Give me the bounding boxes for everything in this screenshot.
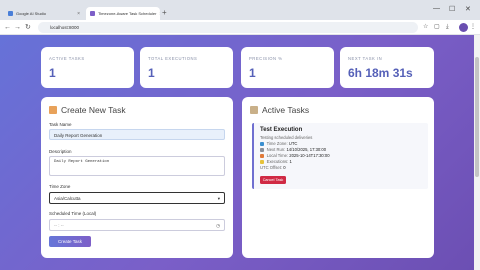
forward-icon[interactable]: → (14, 23, 21, 32)
active-tasks-panel: Active Tasks Test Execution Testing sche… (242, 97, 434, 258)
close-tab-icon[interactable]: × (77, 11, 80, 17)
stat-value: 1 (49, 66, 56, 80)
stat-value: 1 (148, 66, 155, 80)
minimize-icon[interactable]: — (433, 5, 440, 12)
scheduled-time-label: Scheduled Time (Local) (49, 211, 97, 216)
tab-title: Timezone-Aware Task Scheduler (98, 11, 157, 16)
row-value: 14/10/2025, 17:30:00 (286, 147, 327, 152)
task-name-input[interactable]: Daily Report Generation (49, 129, 225, 140)
browser-tab-ai-studio[interactable]: Google AI Studio × (4, 7, 84, 20)
row-label: UTC Offset: (260, 165, 283, 170)
maximize-icon[interactable]: ☐ (449, 5, 455, 13)
reload-icon[interactable]: ↻ (25, 23, 31, 32)
row-label: Time Zone: (266, 141, 288, 146)
row-value: UTC (288, 141, 298, 146)
stat-card-precision: PRECISION % 1 (241, 47, 334, 88)
downloads-icon[interactable]: ⤓ (446, 23, 449, 32)
stat-label: ACTIVE TASKS (49, 56, 85, 61)
timezone-label: Time Zone (49, 184, 71, 189)
description-textarea[interactable]: Daily Report Generation (49, 156, 225, 176)
description-label: Description (49, 149, 72, 154)
address-text: localhost:8000 (50, 25, 80, 30)
task-name-label: Task Name (49, 122, 72, 127)
google-ai-studio-favicon-icon (8, 11, 13, 16)
row-value: 0 (283, 165, 286, 170)
row-label: Executions: (266, 159, 289, 164)
stat-label: TOTAL EXECUTIONS (148, 56, 198, 61)
clock-icon (260, 154, 264, 158)
row-value: 2025-10-14T17:30:00 (289, 153, 330, 158)
create-task-button[interactable]: Create Task (49, 236, 91, 247)
profile-avatar[interactable] (459, 23, 468, 32)
new-tab-icon[interactable]: + (162, 8, 167, 18)
scheduled-time-input[interactable]: -- : -- ◷ (49, 219, 225, 231)
bookmark-star-icon[interactable]: ☆ (423, 23, 428, 32)
browser-tab-scheduler[interactable]: Timezone-Aware Task Scheduler × (86, 7, 160, 20)
page-scrollbar[interactable] (474, 35, 480, 270)
tab-title: Google AI Studio (16, 11, 47, 16)
browser-toolbar: ← → ↻ localhost:8000 ☆ ▢ ⤓ ⋮ (0, 20, 480, 35)
close-window-icon[interactable]: ✕ (465, 5, 471, 13)
panel-title-text: Create New Task (61, 105, 126, 115)
task-local-time-row: Local Time: 2025-10-14T17:30:00 (260, 153, 330, 158)
scheduled-placeholder: -- : -- (54, 223, 64, 228)
stat-card-active-tasks: ACTIVE TASKS 1 (41, 47, 134, 88)
task-timezone-row: Time Zone: UTC (260, 141, 297, 146)
scrollbar-thumb[interactable] (475, 57, 479, 177)
stat-value: 6h 18m 31s (348, 66, 413, 80)
clock-icon[interactable]: ◷ (216, 223, 220, 229)
task-card: Test Execution Testing scheduled deliver… (252, 123, 428, 189)
stat-label: PRECISION % (249, 56, 283, 61)
stat-value: 1 (249, 66, 256, 80)
task-subtitle: Testing scheduled deliveries (260, 135, 313, 140)
close-tab-icon[interactable]: × (159, 11, 160, 17)
task-utc-offset-row: UTC Offset: 0 (260, 165, 286, 170)
stat-card-total-executions: TOTAL EXECUTIONS 1 (140, 47, 233, 88)
globe-icon (260, 142, 264, 146)
memo-icon (49, 106, 57, 114)
chevron-down-icon: ▾ (217, 196, 220, 201)
task-executions-row: Executions: 1 (260, 159, 292, 164)
timezone-select[interactable]: Asia/Calcutta ▾ (49, 192, 225, 204)
scheduler-favicon-icon (90, 11, 95, 16)
stat-label: NEXT TASK IN (348, 56, 383, 61)
task-title: Test Execution (260, 127, 303, 133)
clipboard-icon (250, 106, 258, 114)
address-bar[interactable]: localhost:8000 (38, 22, 418, 33)
calendar-icon (260, 148, 264, 152)
lightning-icon (260, 160, 264, 164)
row-label: Local Time: (266, 153, 289, 158)
cancel-task-button[interactable]: Cancel Task (260, 176, 286, 184)
row-label: Next Run: (266, 147, 286, 152)
row-value: 1 (289, 159, 292, 164)
browser-tab-strip: Google AI Studio × Timezone-Aware Task S… (0, 0, 480, 20)
extensions-icon[interactable]: ▢ (434, 23, 440, 32)
create-task-panel: Create New Task Task Name Daily Report G… (41, 97, 233, 258)
menu-icon[interactable]: ⋮ (470, 23, 476, 32)
task-next-run-row: Next Run: 14/10/2025, 17:30:00 (260, 147, 326, 152)
back-icon[interactable]: ← (4, 23, 11, 32)
panel-title-text: Active Tasks (262, 105, 310, 115)
create-task-title: Create New Task (49, 105, 126, 115)
stat-card-next-task: NEXT TASK IN 6h 18m 31s (340, 47, 434, 88)
timezone-value: Asia/Calcutta (54, 196, 81, 201)
active-tasks-title: Active Tasks (250, 105, 309, 115)
